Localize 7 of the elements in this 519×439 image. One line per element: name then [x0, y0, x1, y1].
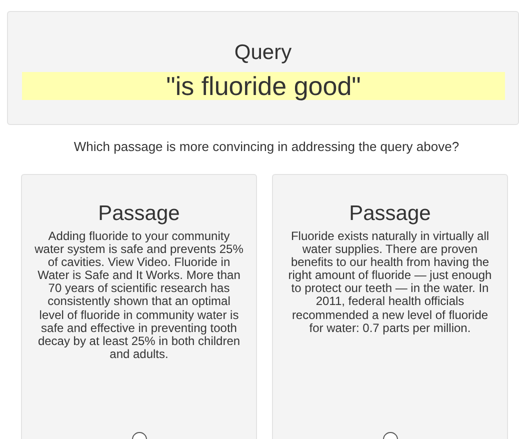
passage-heading: Passage	[98, 201, 180, 227]
passage-text: Fluoride exists naturally in virtually all water supplies. There are proven benefits to our health from having the right amount of fluoride — just enough to protect our teeth — in the water. In 2011, federal health officials recommended a new level of fluoride for water: 0.7 parts per million.	[287, 230, 493, 337]
query-heading: Query	[233, 41, 293, 65]
passage-heading: Passage	[349, 201, 431, 227]
question-text: Which passage is more convincing in addressing the query above?	[74, 139, 460, 154]
passage-text: Adding fluoride to your community water system is safe and prevents 25% of cavities. View Video. Fluoride in Water is Safe and It Works. More than 70 years of scientific research has consistently shown that an optimal level of fluoride in community water is safe and effective in preventing tooth decay by at least 25% in both children and adults.	[34, 230, 244, 363]
query-text: "is fluoride good"	[22, 72, 505, 100]
